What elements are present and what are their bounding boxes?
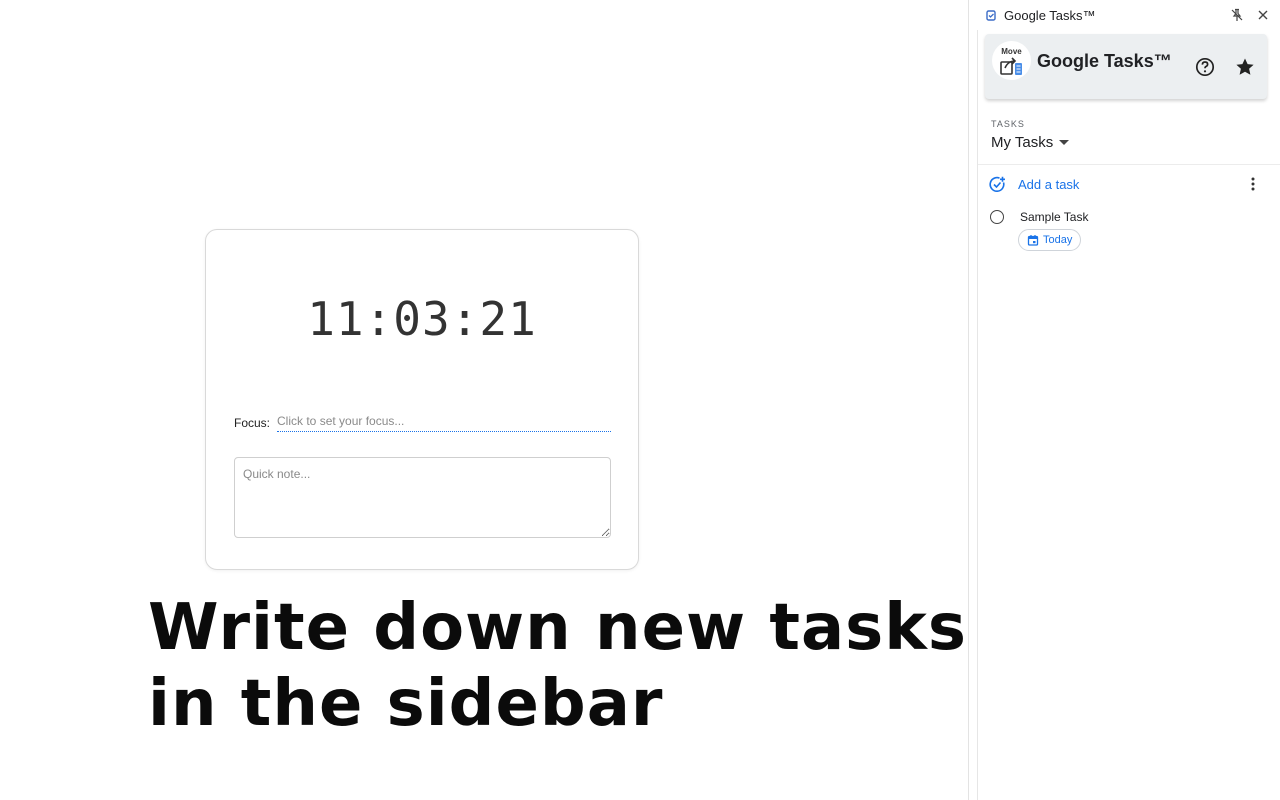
task-list-dropdown[interactable]: My Tasks [991, 134, 1070, 151]
more-vertical-icon [1251, 177, 1255, 191]
side-panel: Google Tasks™ Move Google Tasks™ TASKS M… [968, 0, 1280, 800]
clock-display: 11:03:21 [307, 292, 537, 346]
add-task-icon [989, 176, 1005, 192]
extension-logo: Move [992, 41, 1031, 80]
logo-text: Move [1001, 47, 1022, 56]
side-panel-title: Google Tasks™ [1004, 7, 1096, 23]
focus-row: Focus: Click to set your focus... [234, 412, 611, 432]
help-icon [1195, 57, 1215, 77]
more-options-button[interactable] [1245, 174, 1261, 194]
divider [978, 164, 1280, 165]
tasks-section-label: TASKS [991, 119, 1025, 129]
extension-title: Google Tasks™ [1037, 51, 1172, 71]
help-button[interactable] [1188, 50, 1222, 84]
focus-input[interactable]: Click to set your focus... [277, 412, 611, 432]
add-task-button[interactable]: Add a task [989, 174, 1265, 194]
tasks-favicon-icon [986, 9, 996, 21]
panel-inner-border [977, 30, 978, 800]
caret-down-icon [1059, 140, 1070, 145]
extension-header: Move Google Tasks™ [985, 34, 1267, 99]
focus-label: Focus: [234, 416, 271, 430]
star-button[interactable] [1228, 50, 1262, 84]
promo-headline: Write down new tasks in the sidebar [148, 591, 967, 741]
due-date-chip[interactable]: Today [1018, 229, 1082, 251]
close-icon[interactable] [1254, 6, 1272, 24]
task-complete-checkbox[interactable] [990, 210, 1004, 224]
task-title[interactable]: Sample Task [1020, 210, 1088, 224]
star-icon [1236, 58, 1254, 75]
move-icon [1000, 57, 1022, 75]
calendar-icon [1027, 235, 1039, 246]
quick-note-textarea[interactable] [234, 457, 611, 538]
task-list-name: My Tasks [991, 134, 1054, 151]
screen: 11:03:21 Focus: Click to set your focus.… [0, 0, 1280, 800]
due-date-label: Today [1043, 234, 1073, 246]
unpin-icon[interactable] [1228, 6, 1246, 24]
add-task-label: Add a task [1018, 176, 1080, 192]
focus-widget-card: 11:03:21 Focus: Click to set your focus.… [205, 229, 639, 570]
